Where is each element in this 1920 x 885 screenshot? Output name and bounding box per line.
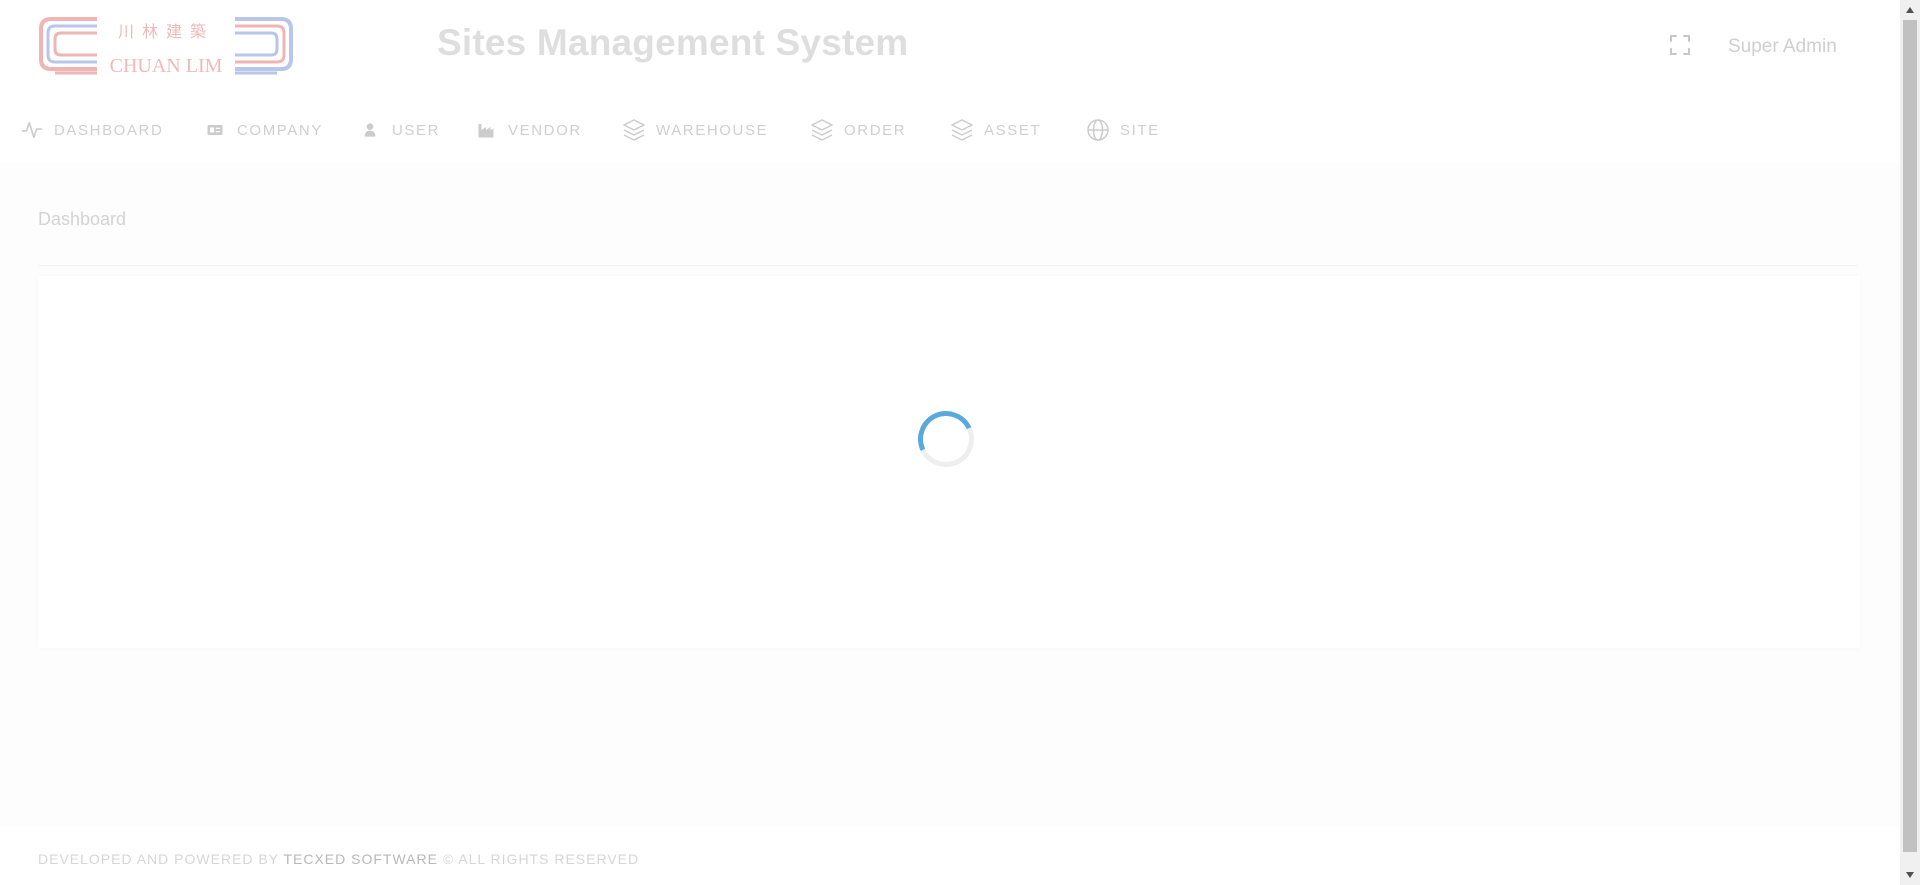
activity-icon <box>20 118 44 142</box>
scroll-down-arrow-icon[interactable] <box>1900 865 1920 885</box>
nav-item-site[interactable]: SITE <box>1086 110 1160 150</box>
nav-label: VENDOR <box>508 121 582 139</box>
header: 川林建築 CHUAN LIM Sites Management System S… <box>0 0 1900 162</box>
nav-item-vendor[interactable]: VENDOR <box>474 110 582 150</box>
company-logo[interactable]: 川林建築 CHUAN LIM <box>37 15 295 79</box>
globe-icon <box>1086 118 1110 142</box>
layers-icon <box>950 118 974 142</box>
nav-item-user[interactable]: USER <box>358 110 440 150</box>
nav-item-company[interactable]: COMPANY <box>203 110 323 150</box>
vertical-scrollbar[interactable] <box>1900 0 1920 885</box>
factory-icon <box>474 118 498 142</box>
nav-label: COMPANY <box>237 121 323 139</box>
page-title: Sites Management System <box>437 22 909 63</box>
nav-label: ORDER <box>844 121 907 139</box>
scroll-up-arrow-icon[interactable] <box>1900 0 1920 20</box>
id-card-icon <box>203 118 227 142</box>
divider <box>38 265 1858 266</box>
footer-suffix: © ALL RIGHTS RESERVED <box>442 851 640 867</box>
nav-item-asset[interactable]: ASSET <box>950 110 1041 150</box>
svg-text:CHUAN LIM: CHUAN LIM <box>110 55 223 77</box>
footer-text: DEVELOPED AND POWERED BY TECXED SOFTWARE… <box>38 851 639 867</box>
nav-item-order[interactable]: ORDER <box>810 110 906 150</box>
svg-text:川林建築: 川林建築 <box>118 22 214 41</box>
scroll-thumb[interactable] <box>1903 20 1917 852</box>
footer-prefix: DEVELOPED AND POWERED BY <box>38 851 279 867</box>
nav-label: WAREHOUSE <box>656 121 769 139</box>
breadcrumb: Dashboard <box>38 209 127 229</box>
page: 川林建築 CHUAN LIM Sites Management System S… <box>0 0 1900 885</box>
nav-label: SITE <box>1120 121 1160 139</box>
nav-label: DASHBOARD <box>54 121 164 139</box>
user-icon <box>358 118 382 142</box>
nav-item-warehouse[interactable]: WAREHOUSE <box>622 110 768 150</box>
nav-label: USER <box>392 121 441 139</box>
layers-icon <box>810 118 834 142</box>
nav-item-dashboard[interactable]: DASHBOARD <box>20 110 163 150</box>
layers-icon <box>622 118 646 142</box>
user-menu[interactable]: Super Admin <box>1728 36 1837 58</box>
expand-icon[interactable] <box>1668 33 1692 57</box>
nav-label: ASSET <box>984 121 1042 139</box>
footer-brand-link[interactable]: TECXED SOFTWARE <box>283 851 438 867</box>
